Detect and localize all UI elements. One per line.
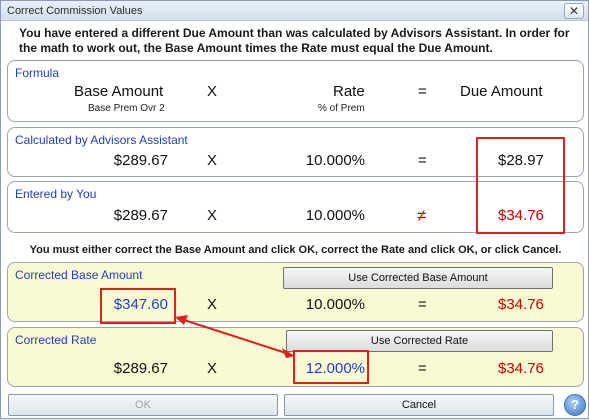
title-bar: Correct Commission Values ✕ [1, 1, 588, 21]
formula-label: Formula [15, 66, 60, 80]
rate-subheader: % of Prem [318, 103, 365, 114]
equals-symbol: = [418, 152, 427, 169]
intro-text: You have entered a different Due Amount … [19, 26, 570, 55]
corrected-base-rate: 10.000% [305, 296, 365, 313]
entered-base-amount: $289.67 [113, 207, 168, 224]
use-corrected-rate-button[interactable]: Use Corrected Rate [286, 330, 553, 352]
calculated-rate: 10.000% [305, 152, 365, 169]
base-amount-subheader: Base Prem Ovr 2 [88, 103, 165, 114]
corrected-base-panel: Corrected Base Amount Use Corrected Base… [7, 262, 584, 322]
corrected-base-highlight-box [100, 288, 176, 324]
corrected-rate-base-amount: $289.67 [113, 360, 168, 377]
corrected-base-due-amount: $34.76 [498, 296, 544, 313]
correct-commission-dialog: Correct Commission Values ✕ You have ent… [0, 0, 589, 419]
times-symbol: X [207, 360, 218, 377]
corrected-rate-label: Corrected Rate [15, 333, 97, 347]
cancel-button[interactable]: Cancel [284, 394, 554, 416]
times-symbol: X [207, 296, 218, 313]
times-symbol: X [207, 207, 218, 224]
equals-symbol: = [418, 360, 427, 377]
times-symbol: X [207, 152, 218, 169]
ok-button[interactable]: OK [8, 394, 278, 416]
calculated-label: Calculated by Advisors Assistant [15, 133, 188, 147]
times-symbol: X [207, 83, 218, 100]
close-button[interactable]: ✕ [564, 3, 584, 19]
not-equals-symbol: ≠ [417, 206, 427, 225]
corrected-rate-highlight-box [293, 350, 369, 384]
close-icon: ✕ [568, 4, 580, 18]
instruction-text: You must either correct the Base Amount … [29, 244, 562, 256]
rate-header: Rate [333, 83, 365, 100]
use-corrected-base-button[interactable]: Use Corrected Base Amount [283, 267, 553, 289]
corrected-base-label: Corrected Base Amount [15, 268, 143, 282]
help-button[interactable]: ? [564, 394, 586, 416]
equals-symbol: = [418, 83, 427, 100]
entered-label: Entered by You [15, 187, 97, 201]
due-amount-header: Due Amount [460, 83, 543, 100]
equals-symbol: = [418, 296, 427, 313]
calculated-base-amount: $289.67 [113, 152, 168, 169]
corrected-rate-due-amount: $34.76 [498, 360, 544, 377]
due-amount-highlight-box [476, 137, 565, 234]
base-amount-header: Base Amount [74, 83, 164, 100]
window-title: Correct Commission Values [7, 5, 143, 17]
help-icon: ? [571, 397, 579, 412]
formula-panel: Formula Base Amount Base Prem Ovr 2 X Ra… [7, 60, 584, 122]
entered-rate: 10.000% [305, 207, 365, 224]
